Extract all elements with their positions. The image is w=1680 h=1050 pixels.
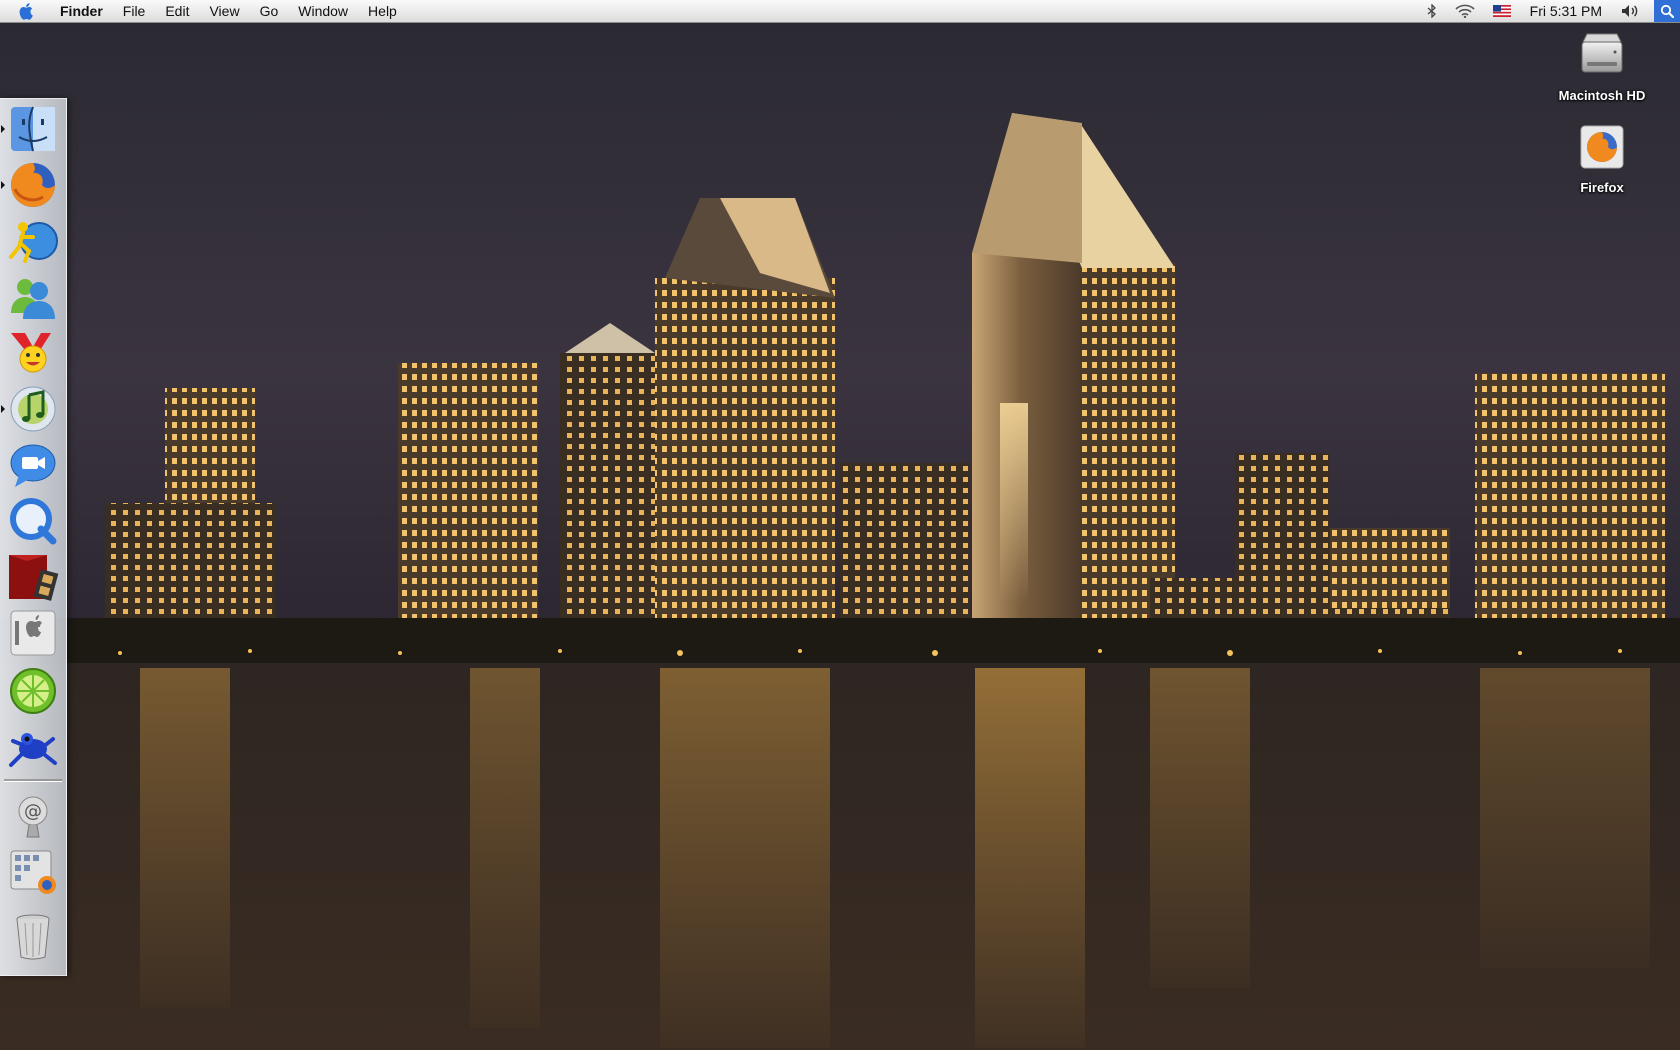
- dock-item-applications-stack[interactable]: [7, 845, 59, 897]
- applications-stack-icon: [10, 850, 56, 894]
- dock-item-messenger[interactable]: [7, 271, 59, 323]
- bluetooth-icon[interactable]: [1427, 4, 1437, 18]
- spotlight-icon[interactable]: [1654, 0, 1680, 22]
- us-flag-icon[interactable]: [1492, 5, 1511, 17]
- menu-file[interactable]: File: [113, 0, 156, 22]
- front-row-icon: [9, 555, 59, 601]
- desktop-wallpaper: [0, 23, 1680, 1050]
- dock-item-limewire[interactable]: [7, 665, 59, 717]
- menu-help[interactable]: Help: [358, 0, 407, 22]
- dock-item-finder[interactable]: [7, 103, 59, 155]
- menu-view[interactable]: View: [199, 0, 249, 22]
- desktop-icon-macintosh-hd[interactable]: Macintosh HD: [1547, 28, 1657, 103]
- menu-window[interactable]: Window: [288, 0, 358, 22]
- running-indicator: [1, 125, 5, 133]
- running-indicator: [1, 181, 5, 189]
- menu-clock[interactable]: Fri 5:31 PM: [1530, 3, 1602, 19]
- menu-extras: Fri 5:31 PM: [1418, 0, 1680, 22]
- firefox-icon: [11, 163, 55, 207]
- desktop-icon-label: Firefox: [1580, 180, 1624, 195]
- dock-item-yahoo-messenger[interactable]: [7, 327, 59, 379]
- mail-stack-icon: @: [18, 796, 48, 838]
- desktop-icon-firefox[interactable]: Firefox: [1547, 120, 1657, 195]
- frog-icon: [9, 733, 57, 767]
- dock-item-trash[interactable]: [7, 911, 59, 963]
- apple-menu-icon[interactable]: [18, 2, 36, 20]
- firefox-icon: [1575, 120, 1629, 174]
- dock-item-itunes[interactable]: [7, 383, 59, 435]
- dock-item-frog-app[interactable]: [7, 719, 59, 771]
- menu-finder[interactable]: Finder: [50, 0, 113, 22]
- dock: @: [0, 98, 67, 976]
- itunes-icon: [10, 386, 56, 432]
- desktop-icon-label: Macintosh HD: [1558, 88, 1646, 103]
- ichat-icon: [10, 444, 56, 487]
- wifi-icon[interactable]: [1455, 4, 1475, 18]
- dock-item-aim[interactable]: [7, 215, 59, 267]
- menu-go[interactable]: Go: [250, 0, 289, 22]
- dock-item-quicktime[interactable]: [7, 495, 59, 547]
- volume-icon[interactable]: [1621, 4, 1639, 18]
- dock-item-boot-camp[interactable]: [7, 607, 59, 659]
- dock-item-mail-stack[interactable]: @: [7, 789, 59, 841]
- aim-icon: [9, 222, 58, 263]
- boot-camp-icon: [10, 610, 56, 656]
- hard-drive-icon: [1575, 28, 1629, 82]
- messenger-icon: [11, 279, 55, 319]
- running-indicator: [1, 405, 5, 413]
- yahoo-messenger-icon: [11, 333, 51, 373]
- finder-icon: [11, 106, 55, 152]
- menu-bar: Finder File Edit View Go Window Help Fri…: [0, 0, 1680, 23]
- dock-item-ichat[interactable]: [7, 439, 59, 491]
- quicktime-icon: [10, 498, 57, 545]
- trash-icon: [16, 914, 50, 960]
- dock-separator: [4, 779, 62, 782]
- dock-item-firefox[interactable]: [7, 159, 59, 211]
- menu-edit[interactable]: Edit: [155, 0, 199, 22]
- limewire-icon: [10, 668, 56, 714]
- dock-item-front-row[interactable]: [7, 551, 59, 603]
- svg-text:@: @: [24, 801, 42, 822]
